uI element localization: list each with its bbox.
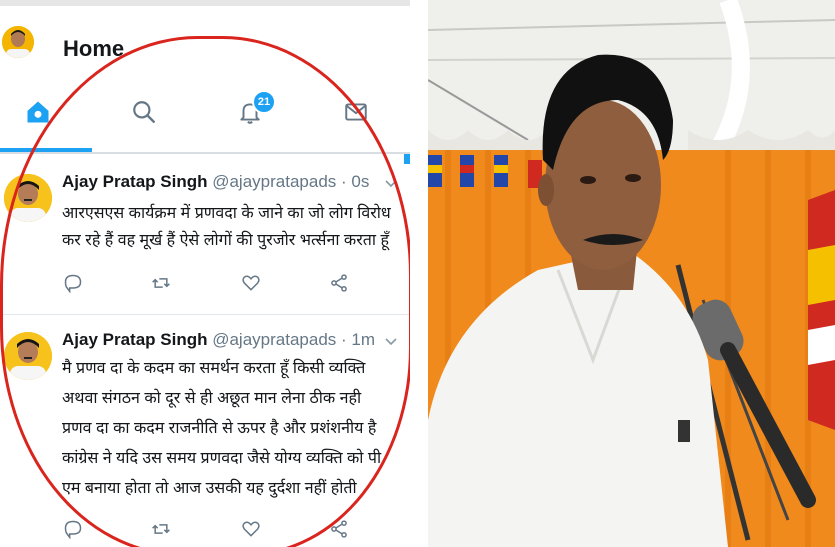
page-title: Home: [63, 36, 125, 61]
chevron-down-icon[interactable]: [384, 334, 398, 350]
tweet-divider: [0, 314, 410, 315]
author-handle: @ajaypratapads: [212, 330, 337, 349]
tab-search[interactable]: [114, 82, 174, 142]
tweet-line: मै प्रणव दा के कदम का समर्थन करता हूँ कि…: [62, 360, 366, 377]
search-icon: [133, 101, 155, 123]
author-name: Ajay Pratap Singh: [62, 172, 208, 191]
tweet-author[interactable]: Ajay Pratap Singh @ajaypratapads · 1m: [62, 330, 375, 350]
chevron-down-icon[interactable]: [384, 176, 398, 192]
speaker-photo: [428, 0, 835, 547]
tweet-text: मै प्रणव दा के कदम का समर्थन करता हूँ कि…: [62, 354, 406, 504]
image-divider: [410, 0, 428, 547]
tweet-line: कांग्रेस ने यदि उस समय प्रणवदा जैसे योग्…: [62, 450, 382, 467]
tweet-text: आरएसएस कार्यक्रम में प्रणवदा के जाने का …: [62, 200, 406, 254]
tweet-line: एम बनाया होता तो आज उसकी यह दुर्दशा नहीं…: [62, 480, 357, 497]
tweet-item[interactable]: Ajay Pratap Singh @ajaypratapads · 0s आर…: [0, 156, 410, 318]
tab-bar: [0, 82, 410, 150]
share-icon[interactable]: [326, 270, 352, 296]
reply-icon[interactable]: [60, 516, 86, 542]
tab-home[interactable]: [8, 82, 68, 142]
tweet-line: प्रणव दा का कदम राजनीति से ऊपर है और प्र…: [62, 420, 377, 437]
tab-divider: [0, 152, 410, 154]
reply-icon[interactable]: [60, 270, 86, 296]
photo-illustration: [428, 0, 835, 547]
like-icon[interactable]: [238, 516, 264, 542]
profile-avatar[interactable]: [2, 26, 34, 58]
tweet-time: · 0s: [341, 172, 370, 191]
author-handle: @ajaypratapads: [212, 172, 337, 191]
avatar[interactable]: [4, 332, 52, 380]
tweet-author[interactable]: Ajay Pratap Singh @ajaypratapads · 0s: [62, 172, 369, 192]
retweet-icon[interactable]: [148, 516, 174, 542]
app-header: Home: [0, 6, 410, 82]
avatar[interactable]: [4, 174, 52, 222]
twitter-screenshot: Home 21 Ajay Pratap Singh @ajaypratapads…: [0, 0, 410, 547]
tab-notifications[interactable]: [220, 82, 280, 142]
tweet-line: कर रहे हैं वह मूर्ख हैं ऐसे लोगों की पुर…: [62, 232, 389, 249]
tweet-time: · 1m: [341, 330, 376, 349]
tweet-actions: [58, 516, 358, 542]
tweet-line: अथवा संगठन को दूर से ही अछूत मान लेना ठी…: [62, 390, 362, 407]
author-name: Ajay Pratap Singh: [62, 330, 208, 349]
share-icon[interactable]: [326, 516, 352, 542]
retweet-icon[interactable]: [148, 270, 174, 296]
mail-icon: [345, 103, 367, 121]
tweet-actions: [58, 270, 358, 296]
tweet-item[interactable]: Ajay Pratap Singh @ajaypratapads · 1m मै…: [0, 316, 410, 547]
tab-messages[interactable]: [326, 82, 386, 142]
tweet-line: आरएसएस कार्यक्रम में प्रणवदा के जाने का …: [62, 205, 391, 222]
home-icon: [27, 101, 49, 123]
like-icon[interactable]: [238, 270, 264, 296]
notifications-badge: 21: [252, 90, 276, 114]
